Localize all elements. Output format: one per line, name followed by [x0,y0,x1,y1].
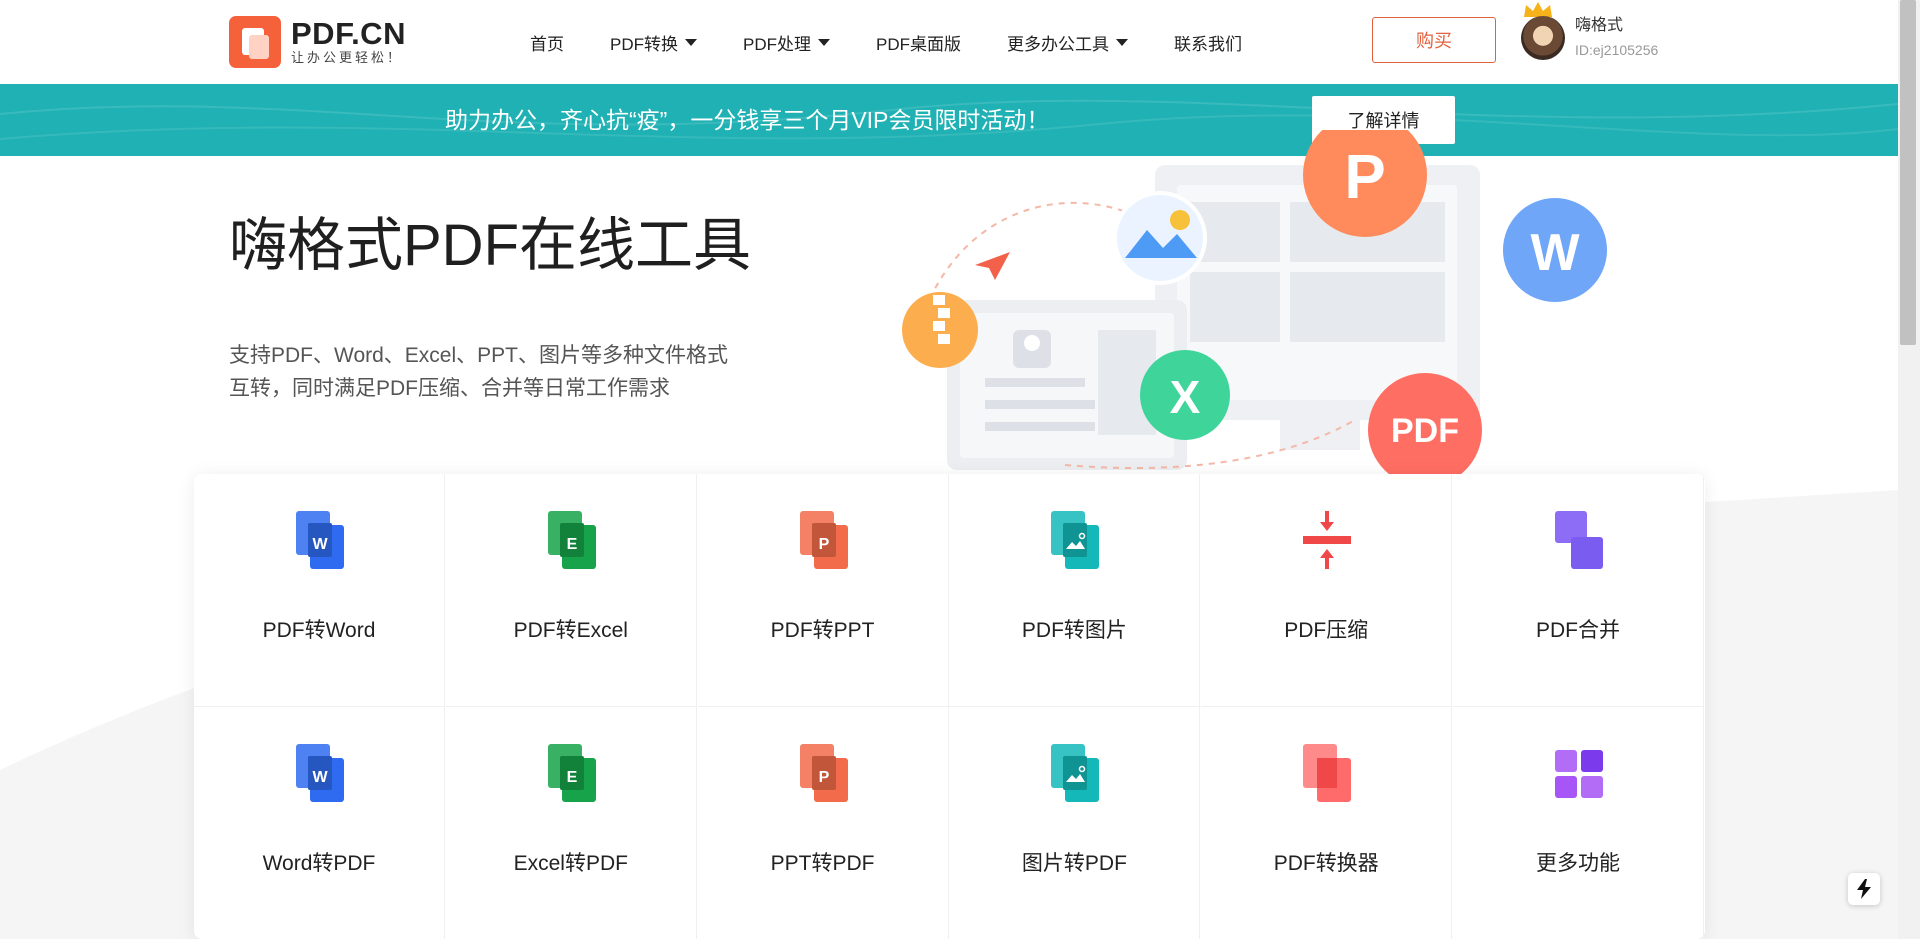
excel-doc-icon: E [546,742,598,804]
svg-text:E: E [566,769,577,786]
tool-label: 更多功能 [1536,852,1620,875]
excel-bubble-letter: X [1170,371,1201,423]
ppt-bubble-letter: P [1344,143,1385,212]
merge-icon [1553,509,1605,571]
image-doc-icon [1049,742,1101,804]
nav-label: 首页 [530,34,564,54]
tool-label: PDF转Word [262,619,376,642]
logo-icon [229,16,281,68]
tool-grid: W PDF转Word E PDF转Excel P PDF转PPT PDF转图片 PDF压缩 PD… [194,474,1705,939]
hero-desc-line: 互转，同时满足PDF压缩、合并等日常工作需求 [229,377,670,400]
nav-label: PDF桌面版 [876,34,961,54]
nav-item-pdf-desktop[interactable]: PDF桌面版 [876,30,961,55]
excel-doc-icon: E [546,509,598,571]
logo-subtitle: 让办公更轻松！ [291,50,404,65]
buy-button[interactable]: 购买 [1372,17,1496,63]
avatar[interactable] [1521,16,1565,60]
tool-label: PDF转Excel [513,619,628,642]
compress-icon [1301,509,1353,571]
tool-card[interactable]: PDF转换器 [1201,707,1453,939]
nav-item-pdf-process[interactable]: PDF处理 [743,30,830,55]
svg-text:P: P [818,769,829,786]
user-profile[interactable]: 嗨格式 ID:ej2105256 [1521,16,1658,60]
scrollbar-thumb[interactable] [1900,0,1916,345]
word-doc-icon: W [294,509,346,571]
nav-item-pdf-convert[interactable]: PDF转换 [610,30,697,55]
hero-description: 支持PDF、Word、Excel、PPT、图片等多种文件格式 互转，同时满足PD… [229,339,789,405]
tool-label: PDF合并 [1536,619,1620,642]
logo-title: PDF.CN [291,16,406,51]
nav-label: 联系我们 [1174,34,1242,54]
svg-text:W: W [312,536,328,553]
caret-down-icon [685,38,697,46]
tool-card[interactable]: PDF压缩 [1201,474,1453,707]
nav-item-home[interactable]: 首页 [530,30,564,55]
nav-label: PDF处理 [743,34,811,54]
scrollbar[interactable] [1898,0,1920,939]
word-bubble-letter: W [1530,224,1580,282]
tool-card[interactable]: 更多功能 [1453,707,1704,939]
lightning-icon [1857,879,1871,899]
user-name: 嗨格式 [1575,17,1624,34]
top-header: PDF.CN 让办公更轻松！ 首页 PDF转换 PDF处理 PDF桌面版 更多办… [0,0,1898,84]
nav-item-more-tools[interactable]: 更多办公工具 [1007,30,1128,55]
caret-down-icon [818,38,830,46]
site-logo[interactable]: PDF.CN 让办公更轻松！ [229,15,409,69]
hero-illustration: P W X PDF [902,130,1607,480]
svg-text:E: E [566,536,577,553]
nav-item-contact[interactable]: 联系我们 [1174,30,1242,55]
tool-label: 图片转PDF [1021,852,1127,875]
image-doc-icon [1049,509,1101,571]
svg-text:W: W [312,769,328,786]
tool-label: Excel转PDF [513,852,628,875]
tool-card[interactable]: PDF合并 [1453,474,1704,707]
pdf-bubble-letter: PDF [1391,412,1459,450]
hero-title: 嗨格式PDF在线工具 [229,213,752,278]
caret-down-icon [1116,38,1128,46]
tool-label: PDF转换器 [1273,852,1379,875]
tool-card[interactable]: P PPT转PDF [698,707,949,939]
ppt-doc-icon: P [798,509,850,571]
nav-label: PDF转换 [610,34,678,54]
tool-label: PDF压缩 [1284,619,1369,642]
tool-label: Word转PDF [262,852,376,875]
nav-label: 更多办公工具 [1007,34,1109,54]
lightning-float-button[interactable] [1848,873,1880,905]
tool-label: PDF转图片 [1021,619,1127,642]
tool-card[interactable]: P PDF转PPT [697,474,949,707]
tool-label: PPT转PDF [770,852,875,875]
tool-card[interactable]: E PDF转Excel [445,474,697,707]
tool-card[interactable]: 图片转PDF [949,707,1201,939]
main-nav: 首页 PDF转换 PDF处理 PDF桌面版 更多办公工具 联系我们 [530,28,1288,56]
hero-desc-line: 支持PDF、Word、Excel、PPT、图片等多种文件格式 [229,344,728,367]
tool-card[interactable]: PDF转图片 [949,474,1201,707]
tool-label: PDF转PPT [770,619,875,642]
svg-text:P: P [818,536,829,553]
ppt-doc-icon: P [798,742,850,804]
converter-icon [1301,742,1353,804]
tool-card[interactable]: E Excel转PDF [446,707,697,939]
tool-card[interactable]: W PDF转Word [194,474,445,707]
tool-card[interactable]: W Word转PDF [194,707,445,939]
more-grid-icon [1553,742,1605,804]
user-id: ID:ej2105256 [1575,42,1659,58]
word-doc-icon: W [294,742,346,804]
